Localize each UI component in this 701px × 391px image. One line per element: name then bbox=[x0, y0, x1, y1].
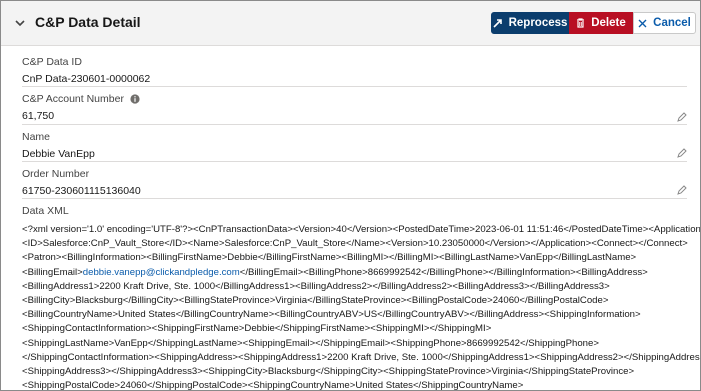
field-account-number: C&P Account Number 61,750 bbox=[22, 93, 687, 122]
field-value: 61750-230601115136040 bbox=[22, 185, 141, 197]
close-icon bbox=[638, 19, 647, 27]
delete-button[interactable]: Delete bbox=[569, 12, 633, 34]
xml-line: <ShippingAddress3></ShippingAddress3><Sh… bbox=[22, 366, 635, 378]
xml-line: <ID>Salesforce:CnP_Vault_Store</ID><Name… bbox=[22, 238, 688, 250]
field-label: Data XML bbox=[22, 205, 69, 217]
delete-label: Delete bbox=[591, 17, 626, 29]
detail-panel: C&P Data Detail Reprocess Delete Cancel … bbox=[0, 0, 701, 391]
field-value: CnP Data-230601-0000062 bbox=[22, 73, 151, 85]
xml-text: </BillingEmail><BillingPhone>8669992542<… bbox=[239, 266, 648, 278]
divider bbox=[22, 161, 687, 162]
pencil-icon[interactable] bbox=[677, 148, 687, 158]
xml-line: <ShippingContactInformation><ShippingFir… bbox=[22, 323, 492, 335]
field-label-row: C&P Account Number bbox=[22, 93, 687, 105]
xml-line: </ShippingContactInformation><ShippingAd… bbox=[22, 351, 701, 363]
xml-content: <?xml version='1.0' encoding='UTF-8'?><C… bbox=[22, 223, 701, 391]
field-value: 61,750 bbox=[22, 110, 55, 122]
info-icon[interactable] bbox=[130, 94, 140, 104]
field-label: C&P Account Number bbox=[22, 93, 124, 105]
field-label: C&P Data ID bbox=[22, 56, 82, 68]
reprocess-label: Reprocess bbox=[508, 17, 568, 29]
pencil-icon[interactable] bbox=[677, 112, 687, 122]
xml-line: <BillingAddress1>2200 Kraft Drive, Ste. … bbox=[22, 280, 610, 292]
email-link[interactable]: debbie.vanepp@clickandpledge.com bbox=[83, 267, 240, 278]
xml-line: <?xml version='1.0' encoding='UTF-8'?><C… bbox=[22, 224, 701, 235]
xml-line: <BillingEmail>debbie.vanepp@clickandpled… bbox=[22, 266, 687, 280]
panel-header: C&P Data Detail Reprocess Delete Cancel bbox=[1, 1, 700, 46]
divider bbox=[22, 124, 687, 125]
xml-line: <ShippingLastName>VanEpp</ShippingLastNa… bbox=[22, 337, 599, 349]
field-data-xml: Data XML <?xml version='1.0' encoding='U… bbox=[22, 205, 701, 391]
field-data-id: C&P Data ID CnP Data-230601-0000062 bbox=[22, 56, 687, 85]
field-value: Debbie VanEpp bbox=[22, 148, 95, 160]
field-name: Name Debbie VanEpp bbox=[22, 131, 687, 160]
cancel-button[interactable]: Cancel bbox=[633, 12, 696, 34]
xml-line: <ShippingPostalCode>24060</ShippingPosta… bbox=[22, 380, 524, 391]
panel-title: C&P Data Detail bbox=[35, 14, 141, 30]
xml-line: <BillingCity>Blacksburg</BillingCity><Bi… bbox=[22, 295, 609, 307]
field-order-number: Order Number 61750-230601115136040 bbox=[22, 168, 687, 197]
chevron-down-icon[interactable] bbox=[14, 17, 26, 29]
xml-text: <BillingEmail> bbox=[22, 266, 83, 278]
cancel-label: Cancel bbox=[653, 17, 691, 29]
reprocess-arrow-icon bbox=[493, 19, 502, 28]
divider bbox=[22, 86, 687, 87]
divider bbox=[22, 198, 687, 199]
xml-line: <Patron><BillingInformation><BillingFirs… bbox=[22, 252, 637, 264]
trash-icon bbox=[577, 18, 585, 28]
xml-line: <BillingCountryName>United States</Billi… bbox=[22, 309, 641, 321]
field-label: Name bbox=[22, 131, 51, 143]
field-label: Order Number bbox=[22, 168, 90, 180]
reprocess-button[interactable]: Reprocess bbox=[491, 12, 569, 34]
pencil-icon[interactable] bbox=[677, 185, 687, 195]
